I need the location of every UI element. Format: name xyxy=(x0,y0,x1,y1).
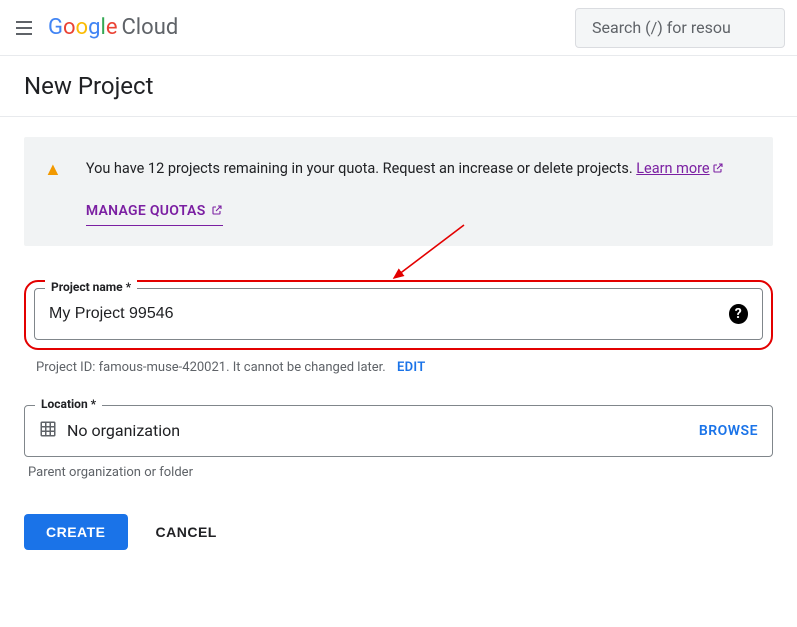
notice-body: You have 12 projects remaining in your q… xyxy=(86,157,724,226)
google-cloud-logo[interactable]: Google Cloud xyxy=(48,15,178,40)
project-id-value: famous-muse-420021 xyxy=(99,360,226,375)
search-input[interactable]: Search (/) for resou xyxy=(575,8,785,48)
edit-project-id-button[interactable]: EDIT xyxy=(397,360,426,375)
page-title-bar: New Project xyxy=(0,56,797,117)
search-placeholder: Search (/) for resou xyxy=(592,18,731,37)
topbar: Google Cloud Search (/) for resou xyxy=(0,0,797,56)
location-label: Location * xyxy=(35,397,102,411)
location-value: No organization xyxy=(67,421,689,440)
page-title: New Project xyxy=(24,72,773,100)
organization-icon xyxy=(39,420,57,442)
actions-row: CREATE CANCEL xyxy=(24,514,773,550)
project-name-input[interactable] xyxy=(49,305,729,323)
project-id-helper: Project ID: famous-muse-420021. It canno… xyxy=(24,360,773,375)
content: ▲ You have 12 projects remaining in your… xyxy=(0,117,797,570)
create-button[interactable]: CREATE xyxy=(24,514,128,550)
project-name-highlight: Project name * ? xyxy=(24,280,773,350)
location-helper: Parent organization or folder xyxy=(24,465,773,480)
warning-icon: ▲ xyxy=(44,159,62,226)
project-name-label: Project name * xyxy=(45,280,137,294)
notice-text: You have 12 projects remaining in your q… xyxy=(86,160,636,177)
project-name-field[interactable]: Project name * ? xyxy=(34,288,763,340)
project-name-group: Project name * ? Project ID: famous-muse… xyxy=(24,280,773,375)
external-link-icon xyxy=(211,203,223,224)
external-link-icon xyxy=(712,161,724,182)
quota-notice: ▲ You have 12 projects remaining in your… xyxy=(24,137,773,246)
location-group: Location * No organization BROWSE Parent… xyxy=(24,405,773,480)
hamburger-menu-icon[interactable] xyxy=(12,11,36,45)
learn-more-link[interactable]: Learn more xyxy=(636,160,723,177)
cancel-button[interactable]: CANCEL xyxy=(156,524,217,540)
help-icon[interactable]: ? xyxy=(729,304,748,324)
browse-button[interactable]: BROWSE xyxy=(699,423,758,439)
manage-quotas-link[interactable]: MANAGE QUOTAS xyxy=(86,200,224,226)
location-field[interactable]: Location * No organization BROWSE xyxy=(24,405,773,457)
